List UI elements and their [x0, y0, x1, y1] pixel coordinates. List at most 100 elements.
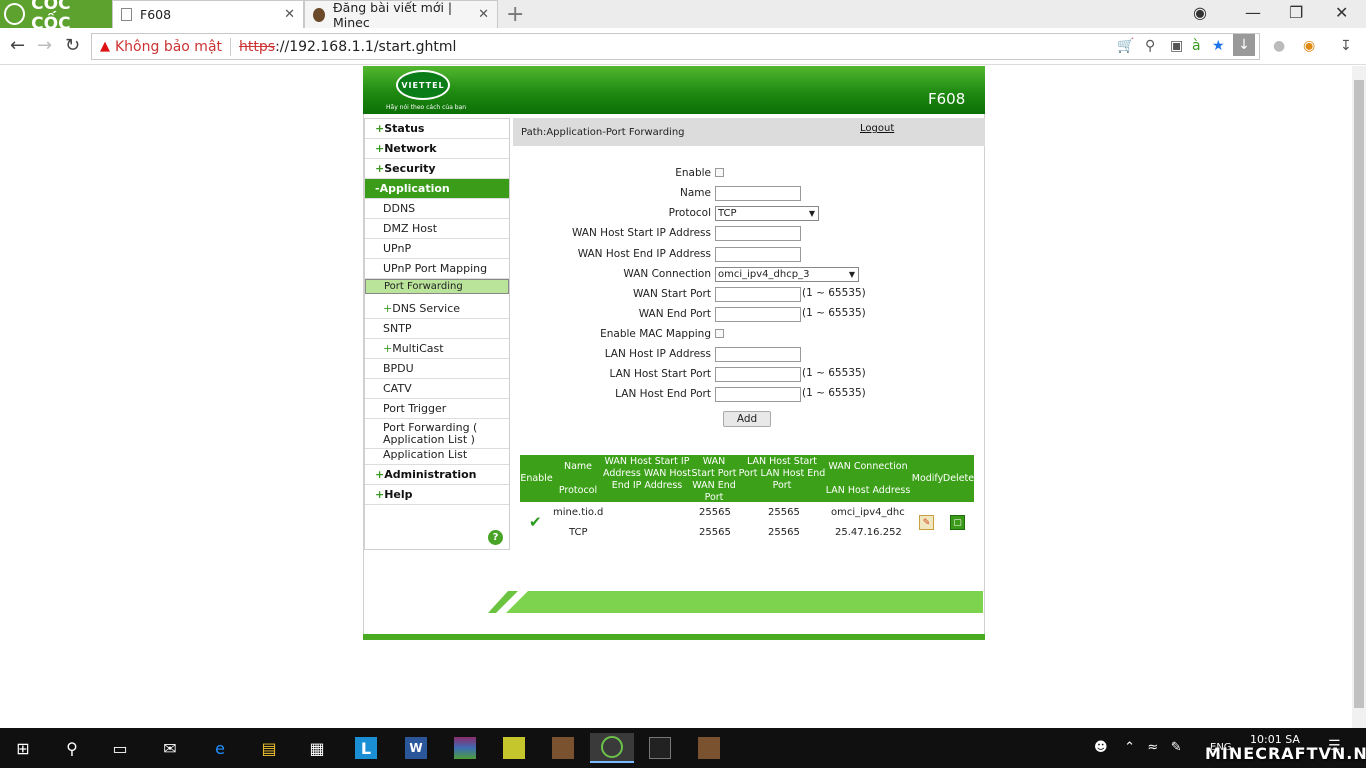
- scrollbar-thumb[interactable]: [1354, 80, 1364, 708]
- minecraft-block-icon[interactable]: [499, 733, 529, 763]
- protocol-label: Protocol: [668, 207, 711, 219]
- dropdown-arrow-icon: ▼: [808, 209, 815, 218]
- winrar-icon[interactable]: [450, 733, 480, 763]
- zoom-icon[interactable]: ⚲: [1145, 38, 1155, 54]
- minecraft-server-icon[interactable]: [694, 733, 724, 763]
- wan-start-ip-input[interactable]: [715, 226, 801, 241]
- tab-f608[interactable]: F608 ✕: [112, 0, 304, 28]
- coccoc-taskbar-icon[interactable]: [590, 733, 634, 763]
- port-range-hint: (1 ~ 65535): [802, 307, 866, 319]
- submenu-label: Port Forwarding ( Application List ): [383, 420, 478, 446]
- browser-brand[interactable]: CỐC CỐC: [0, 0, 112, 34]
- task-view-icon[interactable]: ▭: [105, 733, 135, 763]
- menu-network[interactable]: + Network: [365, 139, 509, 159]
- chevron-up-icon[interactable]: ⌃: [1124, 740, 1135, 755]
- edit-icon[interactable]: ✎: [919, 515, 934, 530]
- extension-icon[interactable]: ●: [1273, 38, 1285, 54]
- profile-icon[interactable]: ◉: [1193, 3, 1207, 22]
- help-icon[interactable]: ?: [488, 530, 503, 545]
- name-label: Name: [680, 187, 711, 199]
- edge-icon[interactable]: e: [205, 733, 235, 763]
- search-icon[interactable]: ⚲: [57, 733, 87, 763]
- word-icon[interactable]: W: [401, 733, 431, 763]
- th-wan-port: WAN Start Port WAN End Port: [691, 456, 737, 503]
- download-extension-icon[interactable]: ↓: [1233, 34, 1255, 56]
- lan-end-port-input[interactable]: [715, 387, 801, 402]
- mail-icon[interactable]: ✉: [155, 733, 185, 763]
- bookmark-star-icon[interactable]: ★: [1212, 38, 1225, 54]
- enable-mac-checkbox[interactable]: [715, 329, 724, 338]
- logout-link[interactable]: Logout: [860, 123, 894, 134]
- url-scheme: https: [239, 38, 276, 55]
- menu-label: Help: [384, 488, 413, 501]
- wan-end-port-label: WAN End Port: [638, 308, 711, 320]
- th-lan-port: LAN Host Start Port LAN Host End Port: [738, 456, 826, 491]
- lync-icon[interactable]: L: [351, 733, 381, 763]
- file-explorer-icon[interactable]: ▤: [254, 733, 284, 763]
- menu-status[interactable]: + Status: [365, 119, 509, 139]
- wan-connection-select[interactable]: omci_ipv4_dhcp_3 ▼: [715, 267, 859, 282]
- wan-start-port-input[interactable]: [715, 287, 801, 302]
- wan-connection-value: omci_ipv4_dhcp_3: [718, 269, 810, 280]
- submenu-label: Application List: [383, 448, 468, 461]
- submenu-application-list[interactable]: Application List: [365, 445, 509, 465]
- menu-help[interactable]: + Help: [365, 485, 509, 505]
- windows-start-icon[interactable]: ⊞: [8, 733, 38, 763]
- name-input[interactable]: [715, 186, 801, 201]
- protocol-select[interactable]: TCP ▼: [715, 206, 819, 221]
- slogan: Hãy nói theo cách của bạn: [386, 104, 467, 111]
- downloads-icon[interactable]: ↧: [1340, 38, 1352, 54]
- trash-icon[interactable]: ▢: [950, 515, 965, 530]
- submenu-port-trigger[interactable]: Port Trigger: [365, 399, 509, 419]
- tab-dang-bai[interactable]: Đăng bài viết mới | Minec ✕: [304, 0, 498, 30]
- row-wan-connection: omci_ipv4_dhc: [831, 507, 905, 518]
- menu-label: Network: [384, 142, 437, 155]
- menu-administration[interactable]: + Administration: [365, 465, 509, 485]
- new-tab-button[interactable]: +: [506, 2, 524, 27]
- minecraft-icon[interactable]: [548, 733, 578, 763]
- coccoc-extension-icon[interactable]: ◉: [1303, 38, 1315, 54]
- footer-line: [363, 634, 985, 640]
- row-wan-end-port: 25565: [699, 527, 731, 538]
- wan-end-port-input[interactable]: [715, 307, 801, 322]
- wan-connection-label: WAN Connection: [623, 268, 711, 280]
- translate-icon[interactable]: ▣: [1170, 38, 1183, 54]
- minimize-icon[interactable]: —: [1245, 3, 1261, 22]
- window-close-icon[interactable]: ✕: [1335, 3, 1348, 22]
- th-wan-connection: WAN Connection: [828, 461, 908, 472]
- restore-icon[interactable]: ❐: [1289, 3, 1303, 22]
- reload-icon[interactable]: ↻: [65, 35, 80, 56]
- add-button[interactable]: Add: [723, 411, 771, 427]
- cart-icon[interactable]: 🛒: [1117, 38, 1134, 54]
- terminal-icon[interactable]: [645, 733, 675, 763]
- expand-icon: +: [383, 302, 393, 315]
- store-icon[interactable]: ▦: [302, 733, 332, 763]
- submenu-label: Port Trigger: [383, 402, 447, 415]
- th-delete: Delete: [942, 473, 975, 484]
- th-enable: Enable: [520, 473, 553, 484]
- enable-label: Enable: [675, 167, 711, 179]
- tab-title: Đăng bài viết mới | Minec: [333, 0, 453, 30]
- enable-checkbox[interactable]: [715, 168, 724, 177]
- port-range-hint: (1 ~ 65535): [802, 387, 866, 399]
- wan-end-ip-input[interactable]: [715, 247, 801, 262]
- row-wan-start-port: 25565: [699, 507, 731, 518]
- lan-start-port-input[interactable]: [715, 367, 801, 382]
- security-label[interactable]: Không bảo mật: [115, 39, 222, 55]
- vietnamese-input-icon[interactable]: à: [1192, 38, 1201, 54]
- people-icon[interactable]: ☻: [1094, 740, 1108, 755]
- address-bar[interactable]: ▲ Không bảo mật https://192.168.1.1/star…: [91, 33, 1260, 60]
- close-icon[interactable]: ✕: [478, 7, 489, 22]
- dropdown-arrow-icon: ▼: [848, 270, 855, 279]
- wan-start-port-label: WAN Start Port: [633, 288, 711, 300]
- close-icon[interactable]: ✕: [284, 7, 295, 22]
- row-lan-end-port: 25565: [768, 527, 800, 538]
- back-icon[interactable]: ←: [10, 35, 25, 56]
- pen-icon[interactable]: ✎: [1171, 740, 1182, 755]
- wifi-icon[interactable]: ≈: [1147, 740, 1158, 755]
- lan-host-ip-input[interactable]: [715, 347, 801, 362]
- port-range-hint: (1 ~ 65535): [802, 287, 866, 299]
- row-name: mine.tio.d: [553, 507, 603, 518]
- forward-icon[interactable]: →: [37, 35, 52, 56]
- footer-stripe: [488, 591, 983, 613]
